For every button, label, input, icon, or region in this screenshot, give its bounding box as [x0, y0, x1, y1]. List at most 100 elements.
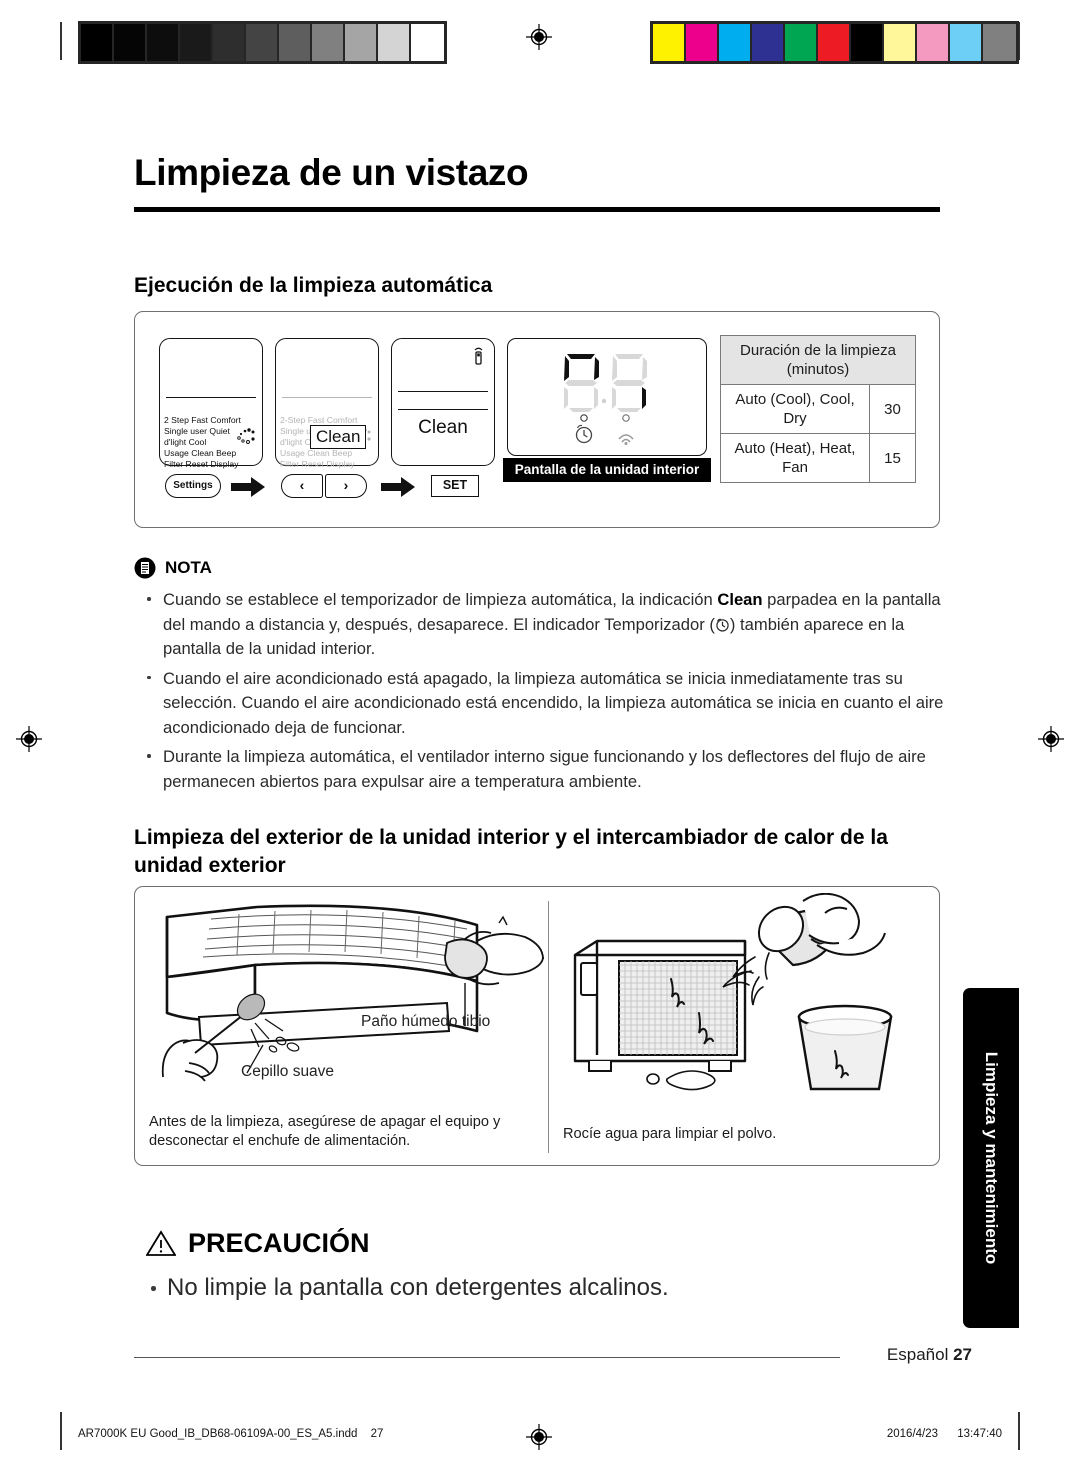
calibration-patch-6	[279, 24, 312, 61]
nota-bullet-2: Cuando el aire acondicionado está apagad…	[163, 668, 944, 737]
calibration-patch-4	[785, 24, 818, 61]
table-header-row: Duración de la limpieza (minutos)	[720, 335, 916, 385]
nota-b1-pre: Cuando se establece el temporizador de l…	[163, 590, 718, 609]
calibration-patch-0	[81, 24, 114, 61]
clean-highlight-badge: Clean	[310, 425, 367, 449]
calibration-patch-6	[851, 24, 884, 61]
calibration-patch-10	[411, 24, 444, 61]
calibration-patch-10	[983, 24, 1016, 61]
remote-display-step3: Clean	[391, 338, 495, 466]
side-tab-chapter: Limpieza y mantenimiento	[963, 988, 1019, 1328]
calibration-patch-8	[345, 24, 378, 61]
nota-callout-header: NOTA	[134, 556, 212, 580]
timer-icon	[715, 615, 730, 632]
precaucion-bullet-1: No limpie la pantalla con detergentes al…	[167, 1274, 669, 1301]
calibration-patch-7	[312, 24, 345, 61]
prev-button[interactable]: ‹	[281, 474, 323, 498]
set-button[interactable]: SET	[431, 475, 479, 497]
calibration-patch-3	[180, 24, 213, 61]
clean-duration-table: Duración de la limpieza (minutos) Auto (…	[720, 335, 916, 483]
bullet-dot	[147, 675, 151, 680]
print-time-value: 13:47:40	[957, 1428, 1002, 1440]
calibration-patch-1	[114, 24, 147, 61]
remote1-line-5: Filter Reset Display	[164, 459, 239, 469]
clean-selected-label: Clean	[418, 417, 468, 438]
auto-clean-diagram: 2 Step Fast Comfort Single user Quiet d'…	[134, 311, 940, 528]
calibration-patch-0	[653, 24, 686, 61]
calibration-patch-5	[246, 24, 279, 61]
print-file-info: AR7000K EU Good_IB_DB68-06109A-00_ES_A5.…	[78, 1428, 383, 1440]
footer-page-number: 27	[953, 1345, 972, 1364]
page-title: Limpieza de un vistazo	[134, 152, 529, 193]
table-row: Auto (Cool), Cool, Dry 30	[720, 384, 916, 434]
arrow-right-icon	[231, 476, 265, 498]
registration-target-icon	[526, 24, 552, 50]
calibration-patch-1	[686, 24, 719, 61]
calibration-patch-5	[818, 24, 851, 61]
outdoor-cleaning-caption: Rocíe agua para limpiar el polvo.	[563, 1126, 777, 1142]
footer-rule	[134, 1357, 840, 1359]
list-item: No limpie la pantalla con detergentes al…	[142, 1272, 948, 1304]
list-item: Cuando el aire acondicionado está apagad…	[138, 667, 944, 741]
side-tab-label: Limpieza y mantenimiento	[982, 1051, 1001, 1265]
remote1-line-1: 2 Step Fast Comfort	[164, 415, 241, 425]
exterior-cleaning-diagram: Paño húmedo tibio Cepillo suave Antes de…	[134, 886, 940, 1166]
section-heading-exterior: Limpieza del exterior de la unidad inter…	[134, 826, 888, 877]
calibration-patch-9	[378, 24, 411, 61]
label-soft-brush: Cepillo suave	[241, 1063, 335, 1080]
duration-mode-heat: Auto (Heat), Heat, Fan	[720, 433, 870, 483]
nota-bullet-list: Cuando se establece el temporizador de l…	[138, 588, 944, 799]
next-button[interactable]: ›	[325, 474, 367, 498]
arrow-right-icon	[381, 476, 415, 498]
footer-language: Español	[886, 1345, 949, 1364]
print-filename: AR7000K EU Good_IB_DB68-06109A-00_ES_A5.…	[78, 1428, 358, 1440]
indoor-unit-display-panel	[507, 338, 707, 456]
bullet-dot	[151, 1286, 156, 1291]
outdoor-unit-illustration	[573, 893, 893, 1091]
page-footer-label: Español 27	[887, 1345, 972, 1365]
indoor-display-caption: Pantalla de la unidad interior	[503, 458, 711, 482]
crop-line-bottom-left	[60, 1412, 62, 1450]
calibration-patch-4	[213, 24, 246, 61]
print-timestamp: 2016/4/23 13:47:40	[887, 1428, 1002, 1440]
print-date-value: 2016/4/23	[886, 1428, 939, 1440]
crop-line-top-left	[60, 22, 62, 60]
remote2-line-5: Filter Reset Display	[280, 459, 355, 469]
remote1-line-4: Usage Clean Beep	[164, 448, 237, 458]
remote2-line-1: 2-Step Fast Comfort	[280, 415, 358, 425]
section-heading-auto-clean: Ejecución de la limpieza automática	[134, 274, 493, 297]
diagram-divider	[548, 901, 550, 1153]
registration-target-icon	[1038, 726, 1064, 752]
bullet-dot	[147, 754, 151, 758]
seven-segment-display	[561, 351, 653, 418]
calibration-patch-2	[147, 24, 180, 61]
precaucion-callout-header: PRECAUCIÓN	[145, 1228, 370, 1259]
remote-display-step1: 2 Step Fast Comfort Single user Quiet d'…	[159, 338, 263, 469]
remote2-line-4: Usage Clean Beep	[280, 448, 353, 458]
manual-page: Limpieza de un vistazo Ejecución de la l…	[0, 0, 1080, 1476]
nota-bullet-3: Durante la limpieza automática, el venti…	[163, 747, 926, 791]
calibration-patch-8	[917, 24, 950, 61]
registration-target-icon	[16, 726, 42, 752]
crop-line-bottom-right	[1018, 1412, 1020, 1450]
indoor-unit-illustration	[161, 904, 544, 1082]
duration-mode-cool: Auto (Cool), Cool, Dry	[720, 384, 870, 434]
color-calibration-bar	[650, 21, 1019, 64]
list-item: Durante la limpieza automática, el venti…	[138, 745, 944, 794]
settings-button[interactable]: Settings	[165, 474, 221, 498]
nota-b1-bold: Clean	[717, 590, 763, 609]
precaucion-label: PRECAUCIÓN	[188, 1228, 370, 1258]
swirl-dots-icon	[235, 427, 257, 447]
calibration-patch-3	[752, 24, 785, 61]
remote-display-step2: 2-Step Fast Comfort Single user Quiet d'…	[275, 338, 379, 469]
indoor-cleaning-caption: Antes de la limpieza, asegúrese de apaga…	[149, 1114, 501, 1149]
display-indicator-icons	[564, 413, 650, 447]
precaucion-bullet-list: No limpie la pantalla con detergentes al…	[142, 1272, 948, 1309]
nota-label: NOTA	[165, 558, 212, 577]
registration-target-icon	[526, 1424, 552, 1450]
table-row: Auto (Heat), Heat, Fan 15	[720, 433, 916, 483]
button-sequence-row: Settings ‹ › SET	[159, 472, 509, 502]
warning-triangle-icon	[145, 1230, 177, 1257]
calibration-patch-9	[950, 24, 983, 61]
title-underline	[134, 207, 940, 212]
